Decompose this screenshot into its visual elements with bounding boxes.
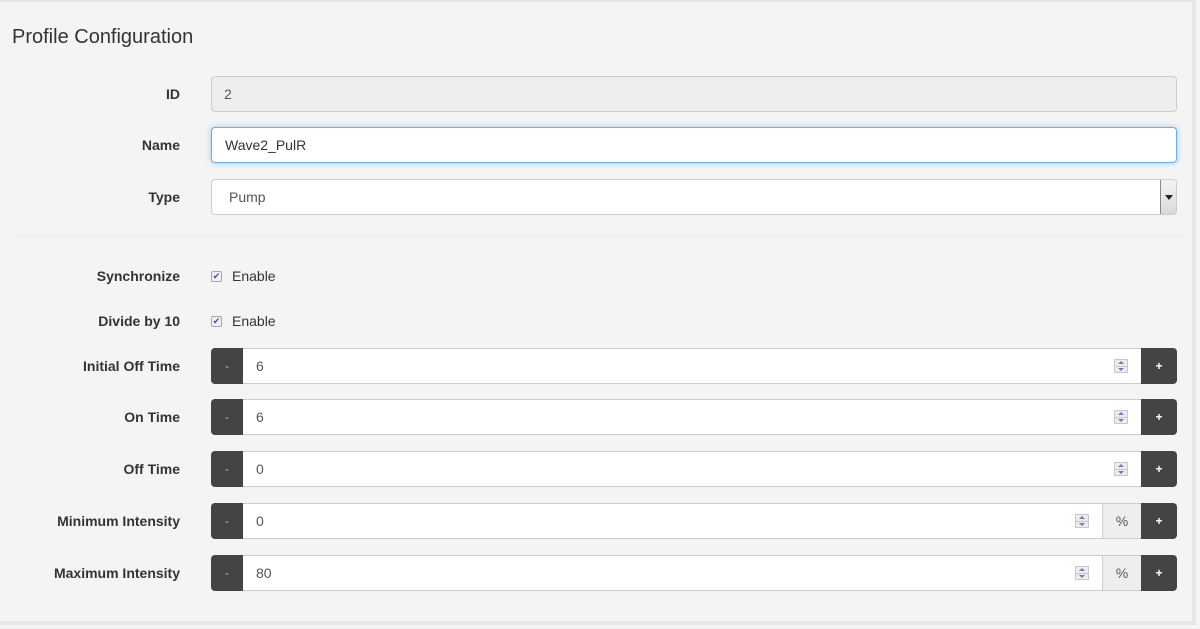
on-time-increment-button[interactable]: + <box>1141 399 1177 435</box>
divide-by-10-enable-label[interactable]: Enable <box>232 313 276 329</box>
on-time-label: On Time <box>124 409 180 425</box>
divide-by-10-row: Divide by 10 ✔ Enable <box>0 303 1190 339</box>
off-time-value: 0 <box>256 461 264 477</box>
maximum-intensity-value: 80 <box>256 565 272 581</box>
type-select-value: Pump <box>229 189 266 205</box>
spinner-icon[interactable] <box>1114 410 1128 424</box>
divide-by-10-checkbox[interactable]: ✔ <box>211 315 222 327</box>
percent-addon: % <box>1102 503 1141 539</box>
minimum-intensity-input[interactable]: 0 <box>243 503 1102 539</box>
type-label: Type <box>148 189 180 205</box>
initial-off-time-row: Initial Off Time - 6 + <box>0 348 1190 384</box>
synchronize-checkbox[interactable]: ✔ <box>211 270 222 282</box>
initial-off-time-input[interactable]: 6 <box>243 348 1141 384</box>
percent-addon: % <box>1102 555 1141 591</box>
page-title: Profile Configuration <box>12 26 194 48</box>
on-time-value: 6 <box>256 409 264 425</box>
initial-off-time-stepper: - 6 + <box>211 348 1177 384</box>
id-row: ID <box>0 76 1190 112</box>
id-field[interactable] <box>211 76 1177 112</box>
maximum-intensity-decrement-button[interactable]: - <box>211 555 243 591</box>
id-label: ID <box>166 86 180 102</box>
minimum-intensity-value: 0 <box>256 513 264 529</box>
initial-off-time-decrement-button[interactable]: - <box>211 348 243 384</box>
name-row: Name <box>0 127 1190 163</box>
synchronize-enable-label[interactable]: Enable <box>232 268 276 284</box>
on-time-row: On Time - 6 + <box>0 399 1190 435</box>
off-time-decrement-button[interactable]: - <box>211 451 243 487</box>
name-field[interactable] <box>211 127 1177 163</box>
profile-configuration-panel: Profile Configuration ID Name Type Pump … <box>0 0 1196 625</box>
section-divider <box>12 236 1187 237</box>
initial-off-time-increment-button[interactable]: + <box>1141 348 1177 384</box>
spinner-icon[interactable] <box>1075 566 1089 580</box>
spinner-icon[interactable] <box>1114 462 1128 476</box>
spinner-icon[interactable] <box>1114 359 1128 373</box>
initial-off-time-value: 6 <box>256 358 264 374</box>
minimum-intensity-row: Minimum Intensity - 0 % + <box>0 503 1190 539</box>
on-time-stepper: - 6 + <box>211 399 1177 435</box>
maximum-intensity-label: Maximum Intensity <box>53 565 180 581</box>
divide-by-10-label: Divide by 10 <box>98 313 180 329</box>
off-time-stepper: - 0 + <box>211 451 1177 487</box>
off-time-row: Off Time - 0 + <box>0 451 1190 487</box>
maximum-intensity-row: Maximum Intensity - 80 % + <box>0 555 1190 591</box>
on-time-input[interactable]: 6 <box>243 399 1141 435</box>
minimum-intensity-increment-button[interactable]: + <box>1141 503 1177 539</box>
name-label: Name <box>141 137 180 153</box>
off-time-label: Off Time <box>123 461 180 477</box>
off-time-increment-button[interactable]: + <box>1141 451 1177 487</box>
minimum-intensity-decrement-button[interactable]: - <box>211 503 243 539</box>
maximum-intensity-increment-button[interactable]: + <box>1141 555 1177 591</box>
dropdown-arrow-icon[interactable] <box>1160 180 1176 214</box>
off-time-input[interactable]: 0 <box>243 451 1141 487</box>
maximum-intensity-stepper: - 80 % + <box>211 555 1177 591</box>
on-time-decrement-button[interactable]: - <box>211 399 243 435</box>
maximum-intensity-input[interactable]: 80 <box>243 555 1102 591</box>
minimum-intensity-stepper: - 0 % + <box>211 503 1177 539</box>
initial-off-time-label: Initial Off Time <box>83 358 180 374</box>
type-row: Type Pump <box>0 179 1190 215</box>
type-select[interactable]: Pump <box>211 179 1177 215</box>
minimum-intensity-label: Minimum Intensity <box>57 513 180 529</box>
spinner-icon[interactable] <box>1075 514 1089 528</box>
synchronize-label: Synchronize <box>96 268 180 284</box>
synchronize-row: Synchronize ✔ Enable <box>0 258 1190 294</box>
